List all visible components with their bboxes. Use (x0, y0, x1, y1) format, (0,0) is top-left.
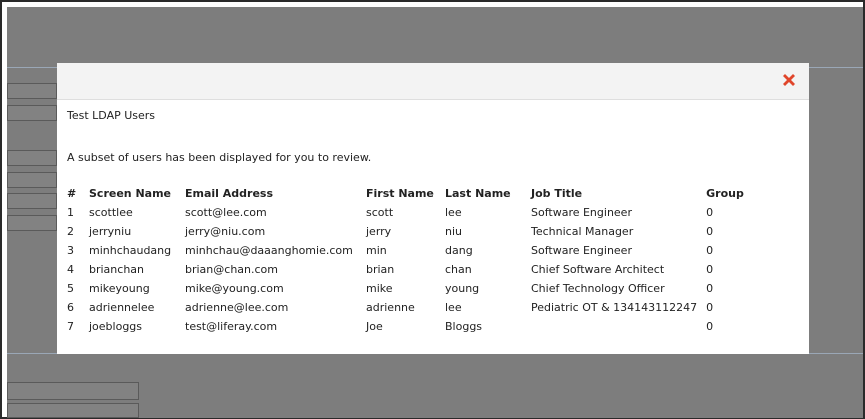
cell-first-name: brian (366, 263, 395, 276)
cell-job-title: Software Engineer (531, 206, 632, 219)
cell-first-name: jerry (366, 225, 392, 238)
cell-job-title: Technical Manager (531, 225, 634, 238)
background-field (7, 382, 139, 400)
background-field (7, 83, 57, 99)
cell-group: 0 (706, 282, 714, 295)
background-field (7, 215, 57, 231)
cell-screen-name: joebloggs (89, 320, 143, 333)
cell-email: brian@chan.com (185, 263, 278, 276)
column-header-screen-name: Screen Name (89, 186, 172, 200)
cell-screen-name: brianchan (89, 263, 145, 276)
cell-job-title: Chief Technology Officer (531, 282, 665, 295)
cell-last-name: chan (445, 263, 472, 276)
cell-first-name: Joe (366, 320, 383, 333)
dialog-message: A subset of users has been displayed for… (67, 151, 372, 164)
cell-job-title: Software Engineer (531, 244, 632, 257)
cell-email: scott@lee.com (185, 206, 267, 219)
column-header-job-title: Job Title (531, 186, 583, 200)
cell-group: 0 (706, 320, 714, 333)
cell-last-name: niu (445, 225, 462, 238)
table-row: 2 jerryniu jerry@niu.com jerry niu Techn… (63, 222, 749, 241)
cell-first-name: scott (366, 206, 394, 219)
cell-job-title: Pediatric OT & 134143112247 (531, 301, 698, 314)
cell-last-name: lee (445, 301, 462, 314)
column-header-email: Email Address (185, 186, 274, 200)
cell-email: mike@young.com (185, 282, 284, 295)
cell-group: 0 (706, 301, 714, 314)
cell-screen-name: adriennelee (89, 301, 155, 314)
cell-email: minhchau@daaanghomie.com (185, 244, 353, 257)
cell-email: adrienne@lee.com (185, 301, 289, 314)
cell-group: 0 (706, 244, 714, 257)
cell-email: jerry@niu.com (185, 225, 266, 238)
table-row: 7 joebloggs test@liferay.com Joe Bloggs … (63, 317, 749, 336)
cell-number: 3 (67, 244, 74, 257)
cell-email: test@liferay.com (185, 320, 278, 333)
dialog-title: Test LDAP Users (67, 109, 156, 122)
cell-job-title (527, 317, 702, 336)
table-header-row: # Screen Name Email Address First Name L… (63, 183, 749, 203)
background-field (7, 150, 57, 166)
cell-group: 0 (706, 263, 714, 276)
ldap-users-dialog: Test LDAP Users A subset of users has be… (57, 63, 809, 354)
cell-last-name: lee (445, 206, 462, 219)
cell-group: 0 (706, 206, 714, 219)
cell-number: 7 (67, 320, 74, 333)
column-header-group: Group (706, 186, 744, 200)
cell-job-title: Chief Software Architect (531, 263, 665, 276)
cell-last-name: Bloggs (445, 320, 483, 333)
cell-screen-name: minhchaudang (89, 244, 172, 257)
column-header-first-name: First Name (366, 186, 434, 200)
cell-number: 5 (67, 282, 74, 295)
cell-number: 1 (67, 206, 74, 219)
table-row: 3 minhchaudang minhchau@daaanghomie.com … (63, 241, 749, 260)
background-field (7, 193, 57, 209)
table-row: 1 scottlee scott@lee.com scott lee Softw… (63, 203, 749, 222)
background-field (7, 403, 139, 418)
dialog-titlebar (57, 63, 809, 100)
cell-screen-name: scottlee (89, 206, 133, 219)
table-row: 6 adriennelee adrienne@lee.com adrienne … (63, 298, 749, 317)
close-icon[interactable] (781, 72, 797, 88)
background-field (7, 172, 57, 188)
cell-number: 4 (67, 263, 74, 276)
cell-first-name: adrienne (366, 301, 415, 314)
cell-last-name: young (445, 282, 480, 295)
background-field (7, 105, 57, 121)
cell-screen-name: jerryniu (89, 225, 132, 238)
cell-screen-name: mikeyoung (89, 282, 150, 295)
cell-number: 2 (67, 225, 74, 238)
table-row: 5 mikeyoung mike@young.com mike young Ch… (63, 279, 749, 298)
column-header-last-name: Last Name (445, 186, 511, 200)
column-header-number: # (67, 186, 77, 200)
cell-first-name: min (366, 244, 387, 257)
cell-number: 6 (67, 301, 74, 314)
cell-group: 0 (706, 225, 714, 238)
users-table: # Screen Name Email Address First Name L… (63, 183, 749, 336)
cell-last-name: dang (445, 244, 473, 257)
table-row: 4 brianchan brian@chan.com brian chan Ch… (63, 260, 749, 279)
cell-first-name: mike (366, 282, 393, 295)
